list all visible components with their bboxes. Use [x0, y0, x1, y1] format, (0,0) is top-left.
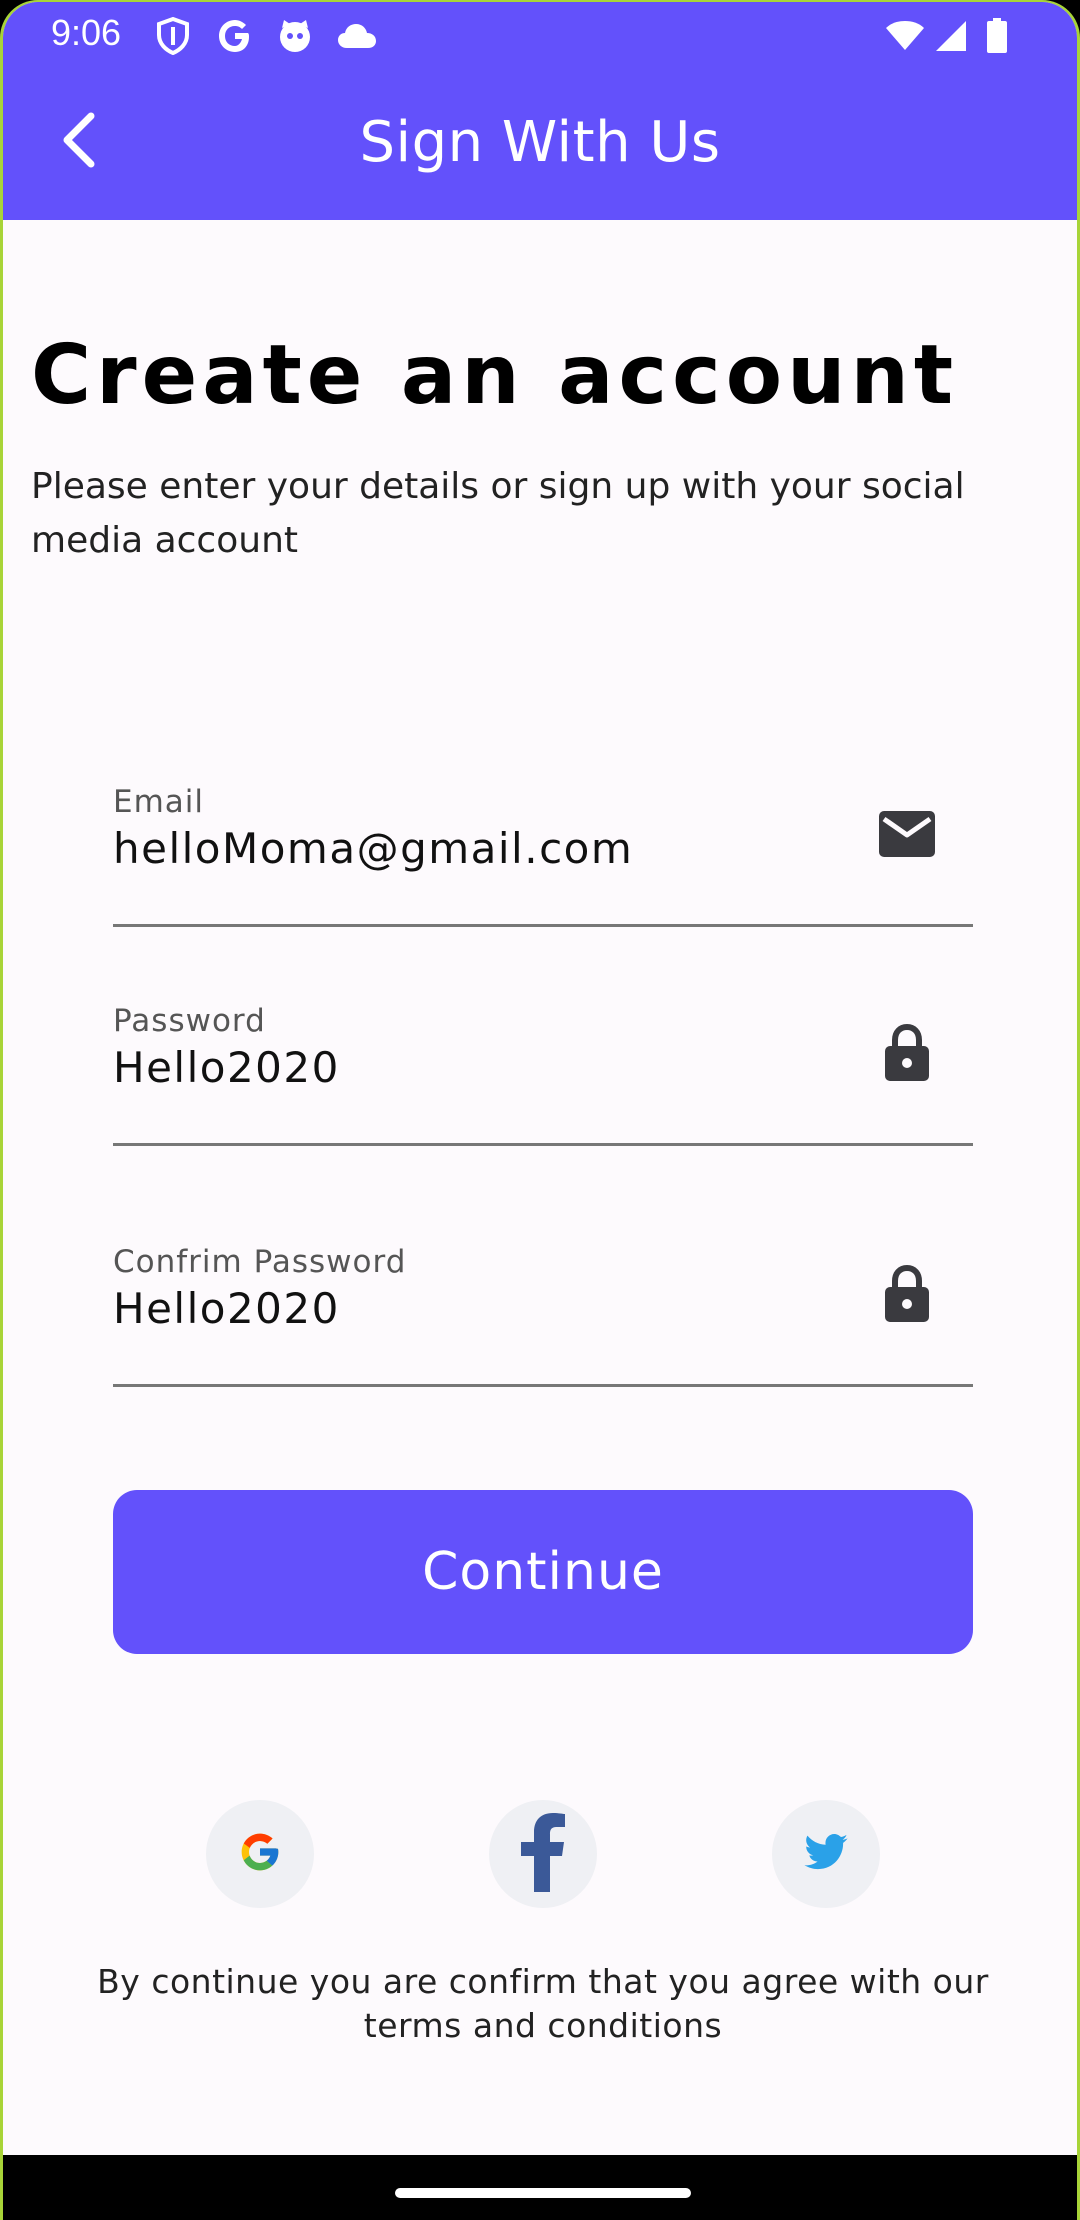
mail-icon	[877, 804, 937, 864]
wifi-icon	[885, 16, 925, 56]
signal-icon	[931, 16, 971, 56]
continue-button[interactable]: Continue	[113, 1490, 973, 1654]
email-label: Email	[113, 784, 205, 820]
twitter-icon	[804, 1834, 848, 1874]
lock-icon	[877, 1264, 937, 1324]
confirm-password-label: Confrim Password	[113, 1244, 407, 1280]
page-heading: Create an account	[31, 328, 959, 423]
email-field[interactable]: Email	[113, 784, 973, 927]
password-input[interactable]	[113, 1043, 853, 1092]
password-field[interactable]: Password	[113, 1003, 973, 1146]
twitter-signin-button[interactable]	[772, 1800, 880, 1908]
shield-icon	[153, 16, 193, 56]
battery-icon	[977, 16, 1017, 56]
lock-icon	[877, 1023, 937, 1083]
facebook-icon	[519, 1812, 567, 1896]
navigation-bar	[3, 2155, 1077, 2220]
google-icon	[238, 1830, 282, 1878]
facebook-signin-button[interactable]	[489, 1800, 597, 1908]
app-screen: 9:06 Sign With Us Create an account Plea…	[0, 0, 1080, 2220]
home-gesture-handle[interactable]	[395, 2188, 691, 2198]
google-g-icon	[215, 16, 255, 56]
header-title: Sign With Us	[359, 110, 721, 175]
status-bar: 9:06	[3, 2, 1077, 68]
status-time: 9:06	[51, 12, 122, 53]
app-header: 9:06 Sign With Us	[3, 2, 1077, 220]
email-input[interactable]	[113, 824, 853, 873]
confirm-password-input[interactable]	[113, 1284, 853, 1333]
cloud-icon	[337, 16, 377, 56]
confirm-password-field[interactable]: Confrim Password	[113, 1244, 973, 1387]
password-label: Password	[113, 1003, 266, 1039]
terms-text: By continue you are confirm that you agr…	[97, 1962, 989, 2045]
cat-icon	[275, 16, 315, 56]
page-subtitle: Please enter your details or sign up wit…	[31, 466, 965, 561]
google-signin-button[interactable]	[206, 1800, 314, 1908]
